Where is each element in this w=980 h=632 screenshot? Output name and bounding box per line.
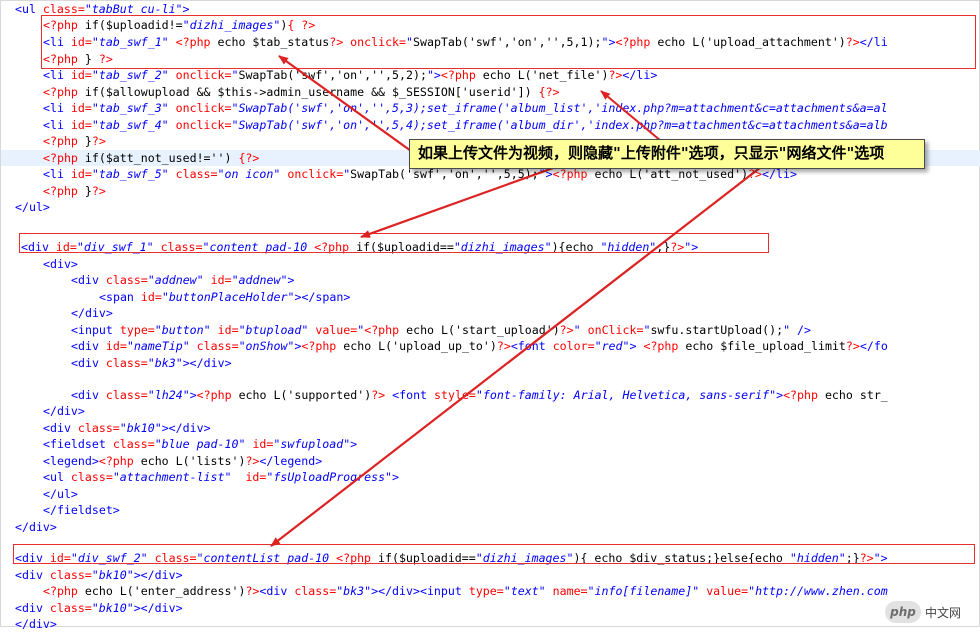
arrow-to-div-swf-2 <box>270 166 762 547</box>
code-editor: <ul class="tabBut cu-li"> <?php if($uploa… <box>0 0 980 631</box>
arrow-to-net-file-tab <box>600 90 662 142</box>
arrow-to-php-block <box>278 55 412 152</box>
annotation-arrows <box>270 55 762 547</box>
annotation-callout: 如果上传文件为视频，则隐藏"上传附件"选项，只显示"网络文件"选项 <box>409 139 925 169</box>
php-logo-icon: php <box>885 601 921 623</box>
arrow-to-div-swf-1 <box>360 165 557 239</box>
site-watermark: php 中文网 <box>885 598 977 626</box>
watermark-label: 中文网 <box>925 605 962 620</box>
